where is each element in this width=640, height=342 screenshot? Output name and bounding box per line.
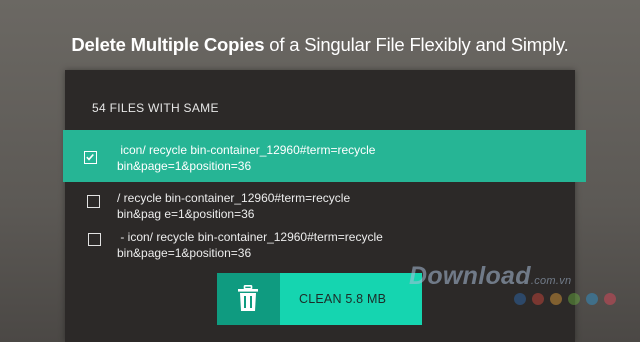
file-row-2-path: / recycle bin-container_12960#term=recyc… bbox=[117, 190, 350, 222]
watermark-dot-6 bbox=[604, 293, 616, 305]
headline-rest: of a Singular File Flexibly and Simply. bbox=[264, 34, 569, 55]
watermark-dot-5 bbox=[586, 293, 598, 305]
file-row-2-line2: bin&pag e=1&position=36 bbox=[117, 207, 255, 221]
watermark-dot-2 bbox=[532, 293, 544, 305]
clean-button-label: CLEAN 5.8 MB bbox=[299, 292, 387, 306]
file-row-3-line1: - icon/ recycle bin-container_12960#term… bbox=[117, 230, 383, 244]
file-row-3-line2: bin&page=1&position=36 bbox=[117, 246, 252, 260]
file-row-3[interactable]: - icon/ recycle bin-container_12960#term… bbox=[65, 227, 575, 263]
download-watermark: Download.com.vn bbox=[409, 262, 571, 291]
headline: Delete Multiple Copies of a Singular Fil… bbox=[0, 34, 640, 56]
trash-icon bbox=[238, 285, 258, 311]
file-row-2-line1: / recycle bin-container_12960#term=recyc… bbox=[117, 191, 351, 205]
file-row-2[interactable]: / recycle bin-container_12960#term=recyc… bbox=[65, 186, 575, 222]
watermark-dot-3 bbox=[550, 293, 562, 305]
file-row-2-checkbox[interactable] bbox=[87, 195, 100, 208]
watermark-dot-1 bbox=[514, 293, 526, 305]
clean-button-icon-box bbox=[217, 273, 280, 325]
file-row-1-line2: bin&page=1&position=36 bbox=[117, 159, 252, 173]
file-row-1-checkbox[interactable] bbox=[84, 151, 97, 164]
file-row-1[interactable]: icon/ recycle bin-container_12960#term=r… bbox=[63, 130, 586, 182]
file-row-3-checkbox[interactable] bbox=[88, 233, 101, 246]
clean-button[interactable]: CLEAN 5.8 MB bbox=[217, 273, 422, 325]
watermark-suffix: .com.vn bbox=[530, 275, 572, 287]
file-row-1-path: icon/ recycle bin-container_12960#term=r… bbox=[117, 142, 375, 174]
watermark-dot-4 bbox=[568, 293, 580, 305]
headline-bold: Delete Multiple Copies bbox=[71, 34, 265, 55]
checkmark-icon bbox=[86, 153, 94, 161]
panel-header: 54 FILES WITH SAME bbox=[92, 101, 219, 115]
file-row-1-line1: icon/ recycle bin-container_12960#term=r… bbox=[117, 143, 376, 157]
watermark-text: Download bbox=[409, 262, 531, 290]
file-row-3-path: - icon/ recycle bin-container_12960#term… bbox=[117, 229, 383, 261]
